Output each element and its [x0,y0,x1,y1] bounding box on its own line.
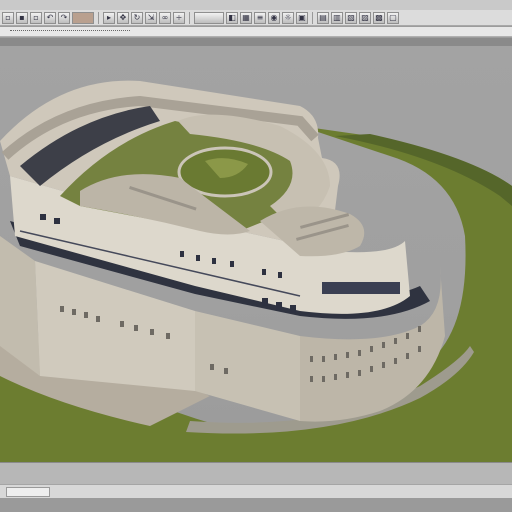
toolbar-divider [98,11,99,24]
status-bar [0,484,512,498]
light-icon[interactable]: ☼ [282,11,294,24]
camera-icon[interactable]: ◉ [268,11,280,24]
panel-icon[interactable]: ▨ [359,11,371,24]
view-icon[interactable]: ▣ [296,11,308,24]
layer-icon[interactable]: ≡ [254,11,266,24]
panel-icon[interactable]: ▩ [373,11,385,24]
redo-icon[interactable]: ↷ [58,11,70,24]
select-icon[interactable]: ▸ [103,11,115,24]
rotate-icon[interactable]: ↻ [131,11,143,24]
material-icon[interactable]: ◧ [226,11,238,24]
undo-icon[interactable]: ↶ [44,11,56,24]
toolbar-divider [312,11,313,24]
timeline-panel [0,462,512,485]
status-field[interactable] [6,486,50,497]
move-icon[interactable]: ✥ [117,11,129,24]
panel-icon[interactable]: ▥ [331,11,343,24]
save-icon[interactable]: ▫ [30,11,42,24]
file-icon[interactable]: ▫ [2,11,14,24]
taskbar [0,498,512,512]
render-icon[interactable] [194,11,224,24]
folder-icon[interactable]: ▪ [16,11,28,24]
toolbar-divider [189,11,190,24]
image-icon[interactable] [72,11,94,24]
scale-icon[interactable]: ⇲ [145,11,157,24]
panel-icon[interactable]: ▤ [317,11,329,24]
link-icon[interactable]: ∞ [159,11,171,24]
grid-icon[interactable]: ▦ [240,11,252,24]
ribbon-path [10,30,130,33]
command-ribbon [0,27,512,37]
title-bar [0,0,512,10]
viewport-header [0,38,512,46]
3d-viewport[interactable] [0,46,512,462]
main-toolbar: ▫ ▪ ▫ ↶ ↷ ▸ ✥ ↻ ⇲ ∞ ÷ ◧ ▦ ≡ ◉ ☼ ▣ ▤ ▥ ▧ … [0,10,512,26]
unlink-icon[interactable]: ÷ [173,11,185,24]
model-render [0,80,512,462]
panel-icon[interactable]: ▢ [387,11,399,24]
panel-icon[interactable]: ▧ [345,11,357,24]
